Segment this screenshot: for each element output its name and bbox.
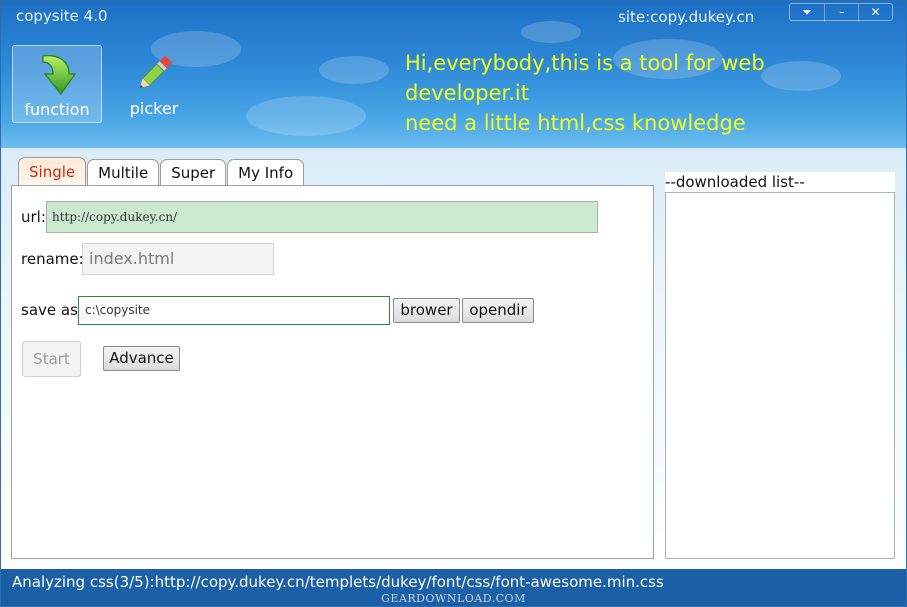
opendir-button[interactable]: opendir <box>462 298 534 323</box>
start-button[interactable]: Start <box>22 341 81 377</box>
tab-single[interactable]: Single <box>18 157 87 186</box>
minimize-icon[interactable]: – <box>824 4 858 22</box>
app-window: copysite 4.0 site:copy.dukey.cn ⏷ – ✕ fu… <box>0 0 907 607</box>
header-banner: copysite 4.0 site:copy.dukey.cn ⏷ – ✕ fu… <box>1 1 906 148</box>
mode-tabs: Single Multile Super My Info <box>18 157 305 186</box>
url-label: url: <box>21 208 46 226</box>
green-down-arrow-icon <box>42 55 77 96</box>
site-url-label: site:copy.dukey.cn <box>618 8 755 26</box>
downloaded-list-header: --downloaded list-- <box>665 172 895 192</box>
picker-tool-label: picker <box>129 99 179 118</box>
tab-my-info[interactable]: My Info <box>227 159 305 186</box>
window-controls: ⏷ – ✕ <box>789 3 893 22</box>
picker-tool-button[interactable]: picker <box>109 45 199 123</box>
save-as-input[interactable]: c:\copysite <box>78 296 390 325</box>
save-as-label: save as: <box>21 301 83 319</box>
watermark-text: GEARDOWNLOAD.COM <box>381 592 526 605</box>
rename-label: rename: <box>21 250 84 268</box>
pencil-icon <box>139 55 173 89</box>
tab-multile[interactable]: Multile <box>87 159 160 186</box>
advance-button[interactable]: Advance <box>103 346 180 371</box>
url-input[interactable]: http://copy.dukey.cn/ <box>46 201 598 233</box>
single-tab-panel <box>11 185 654 559</box>
intro-message-line-1: Hi,everybody,this is a tool for web deve… <box>405 51 765 105</box>
intro-message-line-2: need a little html,css knowledge <box>405 111 746 135</box>
brower-button[interactable]: brower <box>393 298 460 323</box>
dropdown-menu-icon[interactable]: ⏷ <box>790 4 824 22</box>
intro-message: Hi,everybody,this is a tool for web deve… <box>405 48 895 138</box>
status-text: Analyzing css(3/5):http://copy.dukey.cn/… <box>12 573 664 591</box>
close-icon[interactable]: ✕ <box>858 4 892 22</box>
rename-input[interactable]: index.html <box>82 243 274 275</box>
status-bar: Analyzing css(3/5):http://copy.dukey.cn/… <box>1 569 906 606</box>
app-title: copysite 4.0 <box>16 7 108 25</box>
tab-super[interactable]: Super <box>160 159 227 186</box>
function-tool-button[interactable]: function <box>12 45 102 123</box>
downloaded-list[interactable] <box>665 192 895 559</box>
function-tool-label: function <box>24 100 90 119</box>
